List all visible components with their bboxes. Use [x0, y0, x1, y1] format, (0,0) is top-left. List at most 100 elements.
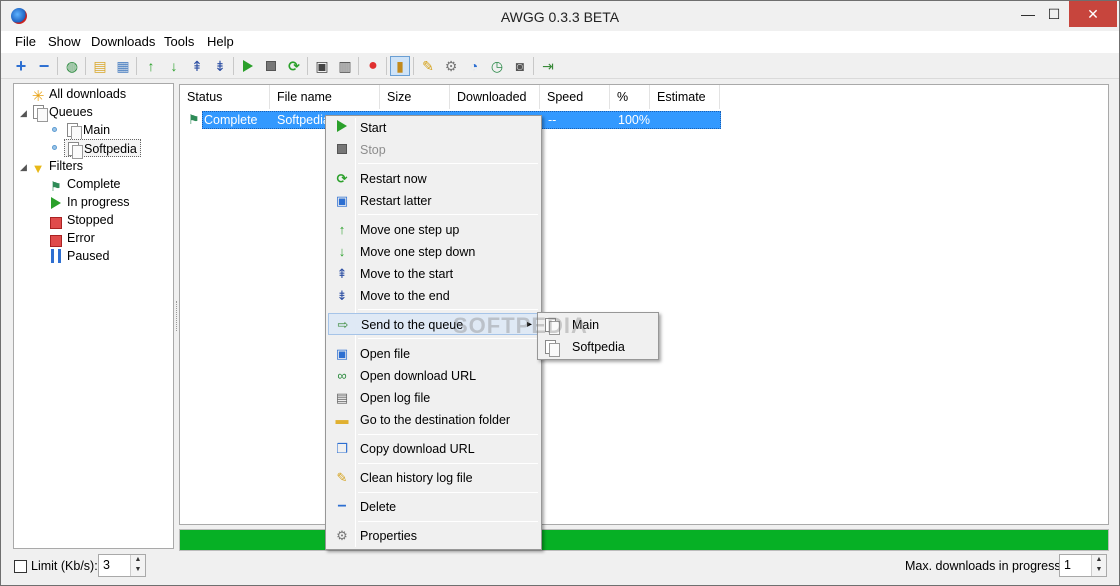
pane-splitter[interactable] [176, 301, 178, 331]
scheduler-icon[interactable]: ◔ [464, 56, 484, 76]
exit-icon[interactable]: ⇥ [538, 56, 558, 76]
menu-item-go-to-destination[interactable]: ▬ Go to the destination folder [328, 409, 539, 431]
minimize-button[interactable]: — [1015, 1, 1041, 27]
cell-status: Complete [204, 113, 258, 127]
menu-item-open-file[interactable]: ▣ Open file [328, 343, 539, 365]
tree-item-label: Complete [67, 177, 121, 191]
column-header-downloaded[interactable]: Downloaded [450, 85, 540, 109]
menu-item-start[interactable]: Start [328, 117, 539, 139]
menu-item-delete[interactable]: − Delete [328, 496, 539, 518]
menu-item-restart-latter[interactable]: ▣ Restart latter [328, 190, 539, 212]
column-header-size[interactable]: Size [380, 85, 450, 109]
menu-downloads[interactable]: Downloads [91, 34, 155, 49]
column-header-speed[interactable]: Speed [540, 85, 610, 109]
tree-item-queue-main[interactable]: Main [64, 121, 110, 140]
max-downloads-spinbox[interactable]: 1 ▲ ▼ [1059, 554, 1107, 577]
submenu-item-softpedia[interactable]: Softpedia [540, 336, 656, 358]
arrow-up-icon[interactable]: ↑ [141, 56, 161, 76]
menu-file[interactable]: File [15, 34, 36, 49]
remove-icon[interactable]: − [34, 56, 54, 76]
arrow-down-icon[interactable]: ↓ [164, 56, 184, 76]
camera-icon[interactable]: ◙ [510, 56, 530, 76]
stop-icon[interactable] [261, 56, 281, 76]
tree-item-label: Queues [49, 105, 93, 119]
toolbar-separator [533, 57, 534, 75]
log-icon[interactable]: ▥ [335, 56, 355, 76]
limit-spinbox[interactable]: 3 ▲ ▼ [98, 554, 146, 577]
menu-item-clean-history[interactable]: ✎ Clean history log file [328, 467, 539, 489]
max-downloads-value: 1 [1064, 558, 1071, 572]
move-bottom-icon[interactable]: ⇟ [210, 56, 230, 76]
menu-show[interactable]: Show [48, 34, 81, 49]
menu-item-move-down[interactable]: ↓ Move one step down [328, 241, 539, 263]
move-top-icon[interactable]: ⇞ [187, 56, 207, 76]
menu-separator [358, 521, 538, 522]
tree-item-label: Error [67, 231, 95, 245]
filter-in-progress[interactable]: In progress [48, 193, 130, 211]
tree-item-label: Filters [49, 159, 84, 173]
move-bottom-icon: ⇟ [336, 288, 348, 303]
spin-down-icon[interactable]: ▼ [1092, 565, 1106, 575]
spin-buttons[interactable]: ▲ ▼ [130, 555, 145, 576]
folder-open-icon[interactable]: ▤ [90, 56, 110, 76]
collapse-arrow-icon[interactable]: ◢ [20, 108, 27, 119]
restart-icon[interactable]: ⟳ [284, 56, 304, 76]
folder-save-icon[interactable]: ▦ [113, 56, 133, 76]
maximize-button[interactable]: ☐ [1041, 1, 1067, 27]
tree-item-filters[interactable]: ▼ Filters [30, 157, 84, 176]
tree-item-label: In progress [67, 195, 130, 209]
menu-help[interactable]: Help [207, 34, 234, 49]
menu-item-move-to-start[interactable]: ⇞ Move to the start [328, 263, 539, 285]
column-header-file-name[interactable]: File name [270, 85, 380, 109]
globe-icon[interactable]: ◍ [62, 56, 82, 76]
filter-complete[interactable]: ⚑ Complete [48, 175, 121, 194]
column-header-status[interactable]: Status [180, 85, 270, 109]
cell-file-name: Softpedia [277, 113, 330, 127]
menu-item-properties[interactable]: ⚙ Properties [328, 525, 539, 547]
menu-item-label: Move to the start [360, 267, 454, 281]
spin-up-icon[interactable]: ▲ [1092, 555, 1106, 565]
tree-bullet-icon [52, 127, 57, 132]
spin-up-icon[interactable]: ▲ [131, 555, 145, 565]
tree-item-all-downloads[interactable]: ✳ All downloads [30, 85, 126, 105]
menu-item-open-log-file[interactable]: ▤ Open log file [328, 387, 539, 409]
menu-item-open-download-url[interactable]: ∞ Open download URL [328, 365, 539, 387]
filter-stopped[interactable]: Stopped [48, 211, 114, 229]
arrow-down-icon: ↓ [338, 244, 346, 259]
add-icon[interactable]: + [11, 56, 31, 76]
menu-tools[interactable]: Tools [164, 34, 194, 49]
filter-error[interactable]: Error [48, 229, 95, 247]
open-file-icon[interactable]: ▣ [312, 56, 332, 76]
menu-item-label: Open download URL [360, 369, 477, 383]
column-header-percent[interactable]: % [610, 85, 650, 109]
tree-item-queue-softpedia[interactable]: Softpedia [64, 139, 141, 159]
menu-item-move-up[interactable]: ↑ Move one step up [328, 219, 539, 241]
move-top-icon: ⇞ [336, 266, 348, 281]
collapse-arrow-icon[interactable]: ◢ [20, 162, 27, 173]
filter-paused[interactable]: Paused [48, 247, 109, 265]
menu-item-move-to-end[interactable]: ⇟ Move to the end [328, 285, 539, 307]
spin-down-icon[interactable]: ▼ [131, 565, 145, 575]
menu-item-restart-now[interactable]: ⟳ Restart now [328, 168, 539, 190]
clock-icon[interactable]: ◷ [487, 56, 507, 76]
queue-pages-icon [545, 339, 561, 357]
tree-item-queues[interactable]: Queues [30, 103, 93, 122]
record-icon[interactable]: ● [363, 56, 383, 76]
menu-separator [358, 214, 538, 215]
clipboard-icon[interactable]: ▮ [390, 56, 410, 76]
funnel-icon: ▼ [31, 161, 45, 176]
toolbar-separator [386, 57, 387, 75]
toolbar: + − ◍ ▤ ▦ ↑ ↓ ⇞ ⇟ ⟳ ▣ ▥ ● ▮ ✎ ⚙ ◔ ◷ ◙ ⇥ [1, 53, 1119, 79]
tree-item-label: Softpedia [84, 142, 137, 156]
restart-later-icon: ▣ [335, 193, 349, 208]
clean-icon[interactable]: ✎ [418, 56, 438, 76]
column-header-estimate[interactable]: Estimate [650, 85, 720, 109]
close-button[interactable]: ✕ [1069, 1, 1117, 27]
menu-item-copy-download-url[interactable]: ❐ Copy download URL [328, 438, 539, 460]
start-icon[interactable] [238, 56, 258, 76]
spin-buttons[interactable]: ▲ ▼ [1091, 555, 1106, 576]
settings-icon[interactable]: ⚙ [441, 56, 461, 76]
menu-item-label: Send to the queue [361, 318, 464, 332]
limit-checkbox[interactable] [14, 560, 27, 573]
menu-separator [358, 492, 538, 493]
